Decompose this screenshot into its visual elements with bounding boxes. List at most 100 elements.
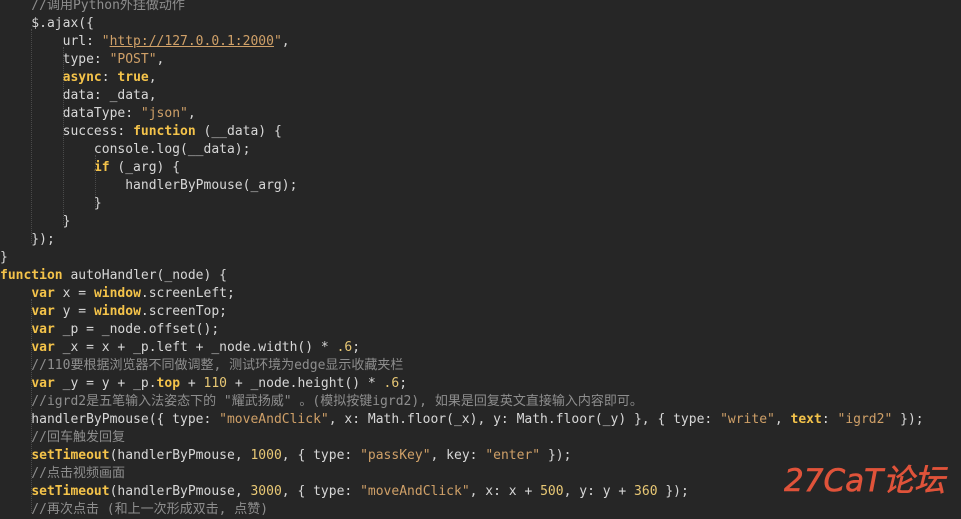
code-token: "enter" [485,448,541,463]
code-line: //调用Python外挂做动作 [0,0,185,15]
code-line: } [0,213,71,231]
code-token: y = [54,304,94,319]
code-line: }); [0,231,55,249]
code-token: data: _data, [0,88,157,103]
code-token: (handlerByPmouse, [109,448,251,463]
code-line: //再次点击 (和上一次形成双击, 点赞) [0,501,268,519]
code-token: url: [0,34,102,49]
code-token: setTimeout [31,448,110,463]
code-token: async [62,70,102,85]
code-token: , [156,52,165,67]
code-line: type: "POST", [0,51,165,69]
code-token: "POST" [109,52,157,67]
code-line: success: function (__data) { [0,123,282,141]
code-token: //再次点击 (和上一次形成双击, 点赞) [0,502,269,517]
code-token: http://127.0.0.1:2000 [109,34,274,49]
code-token: var [31,376,55,391]
code-token: }); [540,448,572,463]
code-token: //igrd2是五笔输入法姿态下的 "耀武扬威" 。(模拟按键igrd2), 如… [0,394,643,409]
code-token: "write" [720,412,775,427]
code-line: var _y = y + _p.top + 110 + _node.height… [0,375,407,393]
code-token: } [0,214,71,229]
code-line: //点击视频画面 [0,465,125,483]
code-token: , x: Math.floor(_x), y: Math.floor(_y) }… [328,412,721,427]
code-token: success: [0,124,134,139]
code-token: 500 [540,484,564,499]
code-token: }); [892,412,924,427]
code-token: type: [0,52,110,67]
code-line: if (_arg) { [0,159,180,177]
code-token: handlerByPmouse({ type: [0,412,220,427]
code-editor[interactable]: //调用Python外挂做动作 $.ajax({ url: "http://12… [0,0,961,519]
code-token: , { type: [281,484,361,499]
code-token: "moveAndClick" [219,412,329,427]
code-token: var [31,286,55,301]
code-line: data: _data, [0,87,157,105]
code-token: text [790,412,822,427]
code-token: setTimeout [31,484,110,499]
code-token: //回车触发回复 [0,430,125,445]
code-token: 360 [634,484,658,499]
code-line: function autoHandler(_node) { [0,267,227,285]
code-token: : [101,70,118,85]
code-token: var [31,340,55,355]
code-token: (_arg) { [109,160,181,175]
code-line: $.ajax({ [0,15,94,33]
code-line: } [0,195,102,213]
code-token: + [180,376,204,391]
code-token: " [273,34,282,49]
code-line: setTimeout(handlerByPmouse, 3000, { type… [0,483,689,501]
code-token: , key: [430,448,486,463]
forum-watermark-logo: 27CaT论坛 [784,463,948,500]
code-line: var x = window.screenLeft; [0,285,235,303]
code-token: " [101,34,110,49]
code-line: handlerByPmouse({ type: "moveAndClick", … [0,411,924,429]
code-token: , x: x + [469,484,541,499]
code-token: console.log(__data); [0,142,251,157]
code-line: } [0,249,8,267]
code-token: 1000 [250,448,282,463]
code-token: "passKey" [360,448,431,463]
code-token: , [148,70,157,85]
code-token: , [774,412,791,427]
code-line: handlerByPmouse(_arg); [0,177,297,195]
code-token: if [93,160,110,175]
code-token: ; [399,376,408,391]
code-token: 110 [203,376,227,391]
code-token: //点击视频画面 [0,466,125,481]
code-token: $.ajax({ [0,16,94,31]
code-token: _p = _node.offset(); [54,322,220,337]
code-line: var y = window.screenTop; [0,303,227,321]
code-line: //igrd2是五笔输入法姿态下的 "耀武扬威" 。(模拟按键igrd2), 如… [0,393,643,411]
code-line: dataType: "json", [0,105,196,123]
code-token: dataType: [0,106,141,121]
code-token: //110要根据浏览器不同做调整, 测试环境为edge显示收藏夹栏 [0,358,404,373]
code-token: "json" [140,106,188,121]
code-token: top [156,376,181,391]
code-token: handlerByPmouse(_arg); [0,178,298,193]
code-line: //回车触发回复 [0,429,125,447]
code-token: var [31,304,55,319]
code-line: console.log(__data); [0,141,251,159]
watermark-text: 27CaT论坛 [784,463,948,499]
code-token: , { type: [281,448,361,463]
code-token: _y = y + _p. [54,376,157,391]
code-line: var _x = x + _p.left + _node.width() * .… [0,339,360,357]
code-token: .screenTop; [140,304,227,319]
code-token: : [821,412,838,427]
code-token: + _node.height() * [227,376,384,391]
code-line: //110要根据浏览器不同做调整, 测试环境为edge显示收藏夹栏 [0,357,403,375]
code-token: .screenLeft; [140,286,235,301]
code-line: var _p = _node.offset(); [0,321,219,339]
code-token: ; [352,340,361,355]
code-token: (handlerByPmouse, [109,484,251,499]
code-token: } [0,196,102,211]
indent-guide [63,47,64,225]
